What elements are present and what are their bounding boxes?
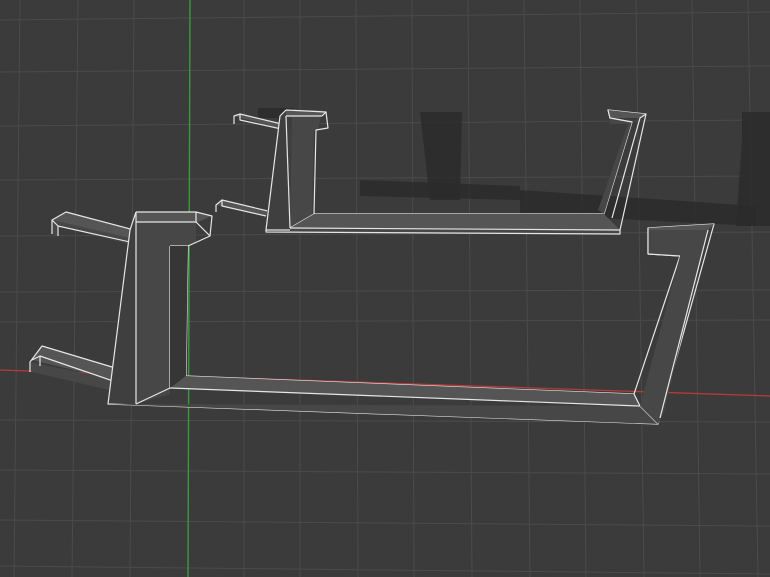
bracket-shadow xyxy=(258,108,770,226)
viewport-canvas[interactable] xyxy=(0,0,770,577)
bracket-front[interactable] xyxy=(29,211,715,425)
floor-grid xyxy=(0,0,770,577)
y-axis-line xyxy=(187,0,191,577)
3d-viewport[interactable] xyxy=(0,0,770,577)
